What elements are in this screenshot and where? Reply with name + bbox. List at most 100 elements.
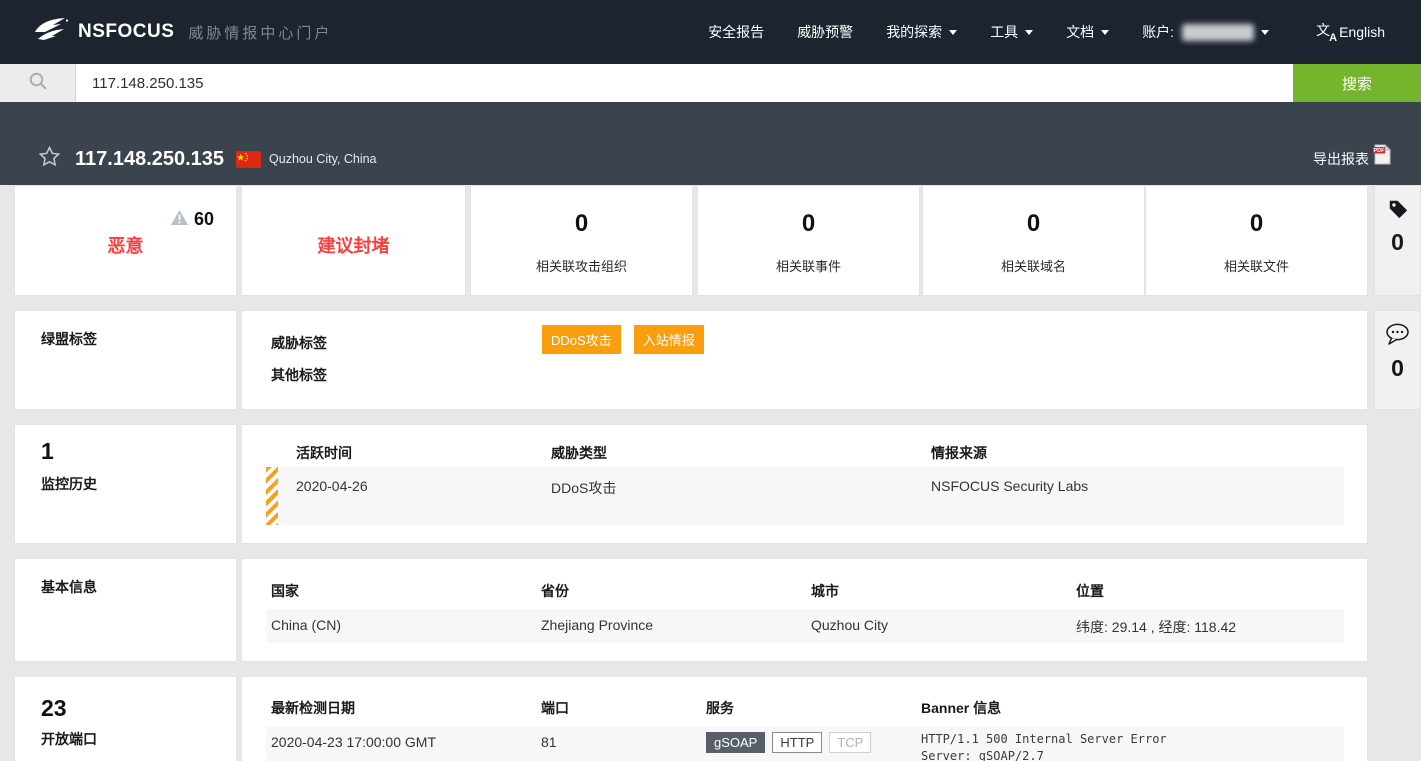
rail-comments-cell[interactable]: 0: [1374, 310, 1421, 410]
stat-label: 相关联域名: [923, 256, 1144, 275]
stat-value: 0: [1146, 210, 1367, 238]
tag-inbound-intel[interactable]: 入站情报: [634, 325, 704, 354]
svg-text:PDF: PDF: [1374, 148, 1386, 154]
ports-left-panel: 23 开放端口: [14, 676, 237, 761]
account-menu[interactable]: 账户:: [1142, 22, 1269, 42]
basic-left-panel: 基本信息: [14, 558, 237, 662]
nav-item-threat-alert[interactable]: 威胁预警: [797, 22, 853, 42]
search-button[interactable]: 搜索: [1293, 64, 1421, 102]
cell-port: 81: [541, 734, 557, 750]
comments-count: 0: [1391, 355, 1404, 382]
chevron-down-icon: [1261, 30, 1269, 35]
monitor-right-panel: 活跃时间 威胁类型 情报来源 2020-04-26 DDoS攻击 NSFOCUS…: [241, 424, 1368, 544]
stat-card-events[interactable]: 0 相关联事件: [697, 185, 920, 296]
risk-score-value: 60: [194, 209, 214, 230]
col-header-province: 省份: [541, 581, 569, 601]
section-title-basic-info: 基本信息: [41, 577, 97, 597]
nav-menu: 安全报告 威胁预警 我的探索 工具 文档 账户: 文A: [708, 22, 1385, 42]
threat-tags-label: 威胁标签: [271, 333, 327, 353]
verdict-label: 恶意: [15, 232, 236, 258]
account-label: 账户:: [1142, 22, 1174, 42]
favorite-star-icon[interactable]: [38, 145, 61, 173]
ip-header-band: 117.148.250.135 Quzhou City, China 导出报表: [0, 102, 1421, 185]
stat-label: 相关联攻击组织: [471, 256, 692, 275]
translate-icon: 文A: [1316, 22, 1337, 42]
nav-item-tools[interactable]: 工具: [990, 22, 1033, 42]
chevron-down-icon: [1025, 30, 1033, 35]
cell-city: Quzhou City: [811, 617, 888, 633]
col-header-active-time: 活跃时间: [296, 443, 352, 463]
tag-ddos-attack[interactable]: DDoS攻击: [542, 325, 621, 354]
monitor-count: 1: [41, 438, 54, 465]
monitor-table-row: [266, 467, 1344, 525]
nav-item-security-report[interactable]: 安全报告: [708, 22, 764, 42]
warning-triangle-icon: [171, 210, 188, 230]
ports-count: 23: [41, 695, 67, 722]
top-navbar: NSFOCUS 威胁情报中心门户 安全报告 威胁预警 我的探索 工具 文档 账户…: [0, 0, 1421, 64]
service-badge-http[interactable]: HTTP: [772, 732, 822, 753]
cell-threat-type: DDoS攻击: [551, 478, 616, 498]
tags-count: 0: [1391, 229, 1404, 256]
col-header-service: 服务: [706, 698, 734, 718]
service-badges: gSOAP HTTP TCP: [706, 732, 871, 753]
stat-label: 相关联文件: [1146, 256, 1367, 275]
col-header-city: 城市: [811, 581, 839, 601]
stat-card-files[interactable]: 0 相关联文件: [1145, 185, 1368, 296]
advice-card: 建议封堵: [241, 185, 466, 296]
col-header-threat-type: 威胁类型: [551, 443, 607, 463]
basic-right-panel: 国家 省份 城市 位置 China (CN) Zhejiang Province…: [241, 558, 1368, 662]
cell-province: Zhejiang Province: [541, 617, 653, 633]
other-tags-label: 其他标签: [271, 365, 327, 385]
stat-label: 相关联事件: [698, 256, 919, 275]
col-header-position: 位置: [1076, 581, 1104, 601]
nav-item-docs[interactable]: 文档: [1066, 22, 1109, 42]
section-title-open-ports: 开放端口: [41, 729, 97, 749]
risk-score: 60: [171, 209, 214, 230]
cell-intel-source: NSFOCUS Security Labs: [931, 478, 1088, 494]
col-header-port: 端口: [541, 698, 569, 718]
tag-icon: [1387, 198, 1409, 225]
cell-last-scan-date: 2020-04-23 17:00:00 GMT: [271, 734, 436, 750]
language-label: English: [1339, 24, 1385, 40]
col-header-intel-source: 情报来源: [931, 443, 987, 463]
search-input[interactable]: [76, 64, 1293, 102]
nav-item-my-exploration[interactable]: 我的探索: [886, 22, 957, 42]
page-title-ip: 117.148.250.135: [75, 148, 224, 171]
page: NSFOCUS 威胁情报中心门户 安全报告 威胁预警 我的探索 工具 文档 账户…: [0, 0, 1421, 761]
stat-value: 0: [471, 210, 692, 238]
language-switch[interactable]: 文A English: [1316, 22, 1385, 42]
cell-country: China (CN): [271, 617, 341, 633]
col-header-last-scan-date: 最新检测日期: [271, 698, 355, 718]
tags-right-panel: 威胁标签 DDoS攻击 入站情报 其他标签: [241, 310, 1368, 410]
monitor-left-panel: 1 监控历史: [14, 424, 237, 544]
pdf-file-icon: PDF: [1369, 150, 1391, 168]
tags-left-panel: 绿盟标签: [14, 310, 237, 410]
nsfocus-bird-icon: [34, 17, 70, 48]
brand-logo[interactable]: NSFOCUS 威胁情报中心门户: [34, 17, 332, 48]
section-title-nsfocus-tags: 绿盟标签: [41, 329, 97, 349]
china-flag-icon: [236, 151, 261, 168]
rail-tags-cell[interactable]: 0: [1374, 185, 1421, 296]
section-title-monitor-history: 监控历史: [41, 474, 97, 494]
cell-banner-info: HTTP/1.1 500 Internal Server Error Serve…: [921, 731, 1167, 761]
search-icon-cell: [0, 64, 76, 102]
row-accent-stripe: [266, 467, 278, 525]
stat-value: 0: [923, 210, 1144, 238]
threat-tags-row: DDoS攻击 入站情报: [542, 325, 704, 354]
export-report-button[interactable]: 导出报表 PDF: [1313, 149, 1391, 169]
service-badge-tcp[interactable]: TCP: [829, 732, 871, 753]
ports-right-panel: 最新检测日期 端口 服务 Banner 信息 2020-04-23 17:00:…: [241, 676, 1368, 761]
stat-card-domains[interactable]: 0 相关联域名: [922, 185, 1145, 296]
advice-label: 建议封堵: [242, 232, 465, 258]
col-header-banner-info: Banner 信息: [921, 698, 1001, 718]
brand-subtitle: 威胁情报中心门户: [188, 22, 332, 43]
stat-value: 0: [698, 210, 919, 238]
account-name-redacted: [1182, 24, 1254, 41]
search-icon: [28, 71, 48, 96]
chevron-down-icon: [949, 30, 957, 35]
verdict-card: 60 恶意: [14, 185, 237, 296]
stat-card-attack-groups[interactable]: 0 相关联攻击组织: [470, 185, 693, 296]
cell-position: 纬度: 29.14 , 经度: 118.42: [1076, 617, 1236, 637]
service-badge-gsoap[interactable]: gSOAP: [706, 732, 765, 753]
brand-name: NSFOCUS: [78, 21, 174, 43]
